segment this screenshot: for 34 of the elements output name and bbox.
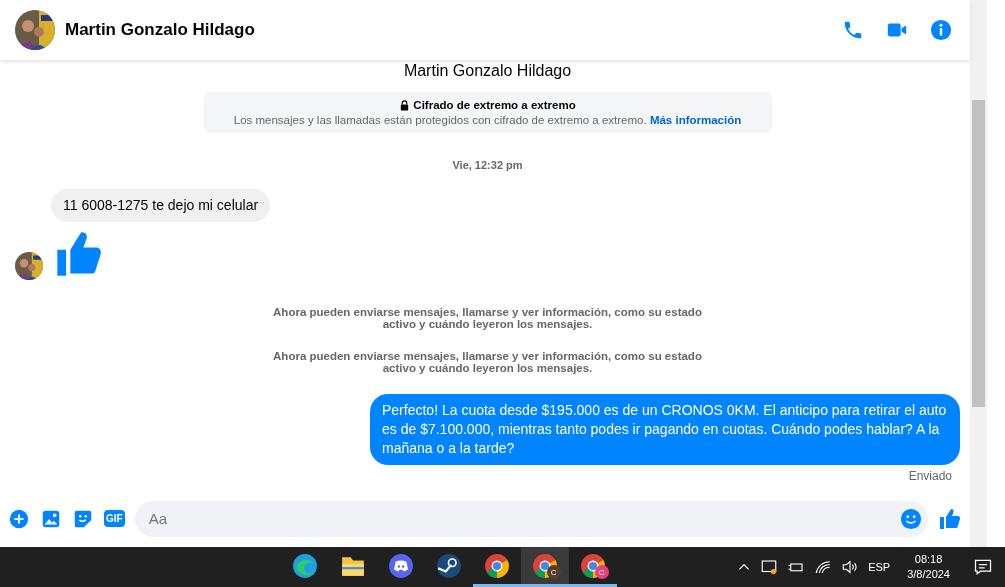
encryption-title: Cifrado de extremo a extremo	[413, 99, 576, 111]
plus-icon[interactable]	[8, 507, 30, 530]
scrollbar[interactable]	[970, 0, 987, 547]
encryption-text: Los mensajes y las llamadas están protegidos con cifrado de extremo a extremo. Más información	[232, 114, 743, 126]
clock-time: 08:18	[914, 552, 943, 567]
message-bubble: Perfecto! La cuota desde $195.000 es de un CRONOS 0KM. El anticipo para retirar el auto es de $7.100.000, mientras tanto podes ir pagando en cuotas. Cuándo podes hablar? A la mañana o a la tarde?	[370, 394, 960, 465]
system-notice: Ahora pueden enviarse mensajes, llamarse y ver información, como su estado activo y cuándo leyeron los mensajes.	[272, 306, 703, 330]
message-field[interactable]: Aa	[134, 500, 928, 537]
clock-date: 3/8/2024	[907, 567, 950, 582]
notification-icon[interactable]	[973, 557, 993, 577]
discord-icon[interactable]	[387, 552, 414, 579]
lock-icon	[399, 99, 411, 111]
more-info-link[interactable]: Más información	[649, 114, 742, 126]
phone-icon[interactable]	[842, 19, 864, 41]
taskbar-app[interactable]: C	[568, 547, 617, 587]
monitor-icon[interactable]	[760, 558, 779, 576]
thumbs-up-icon[interactable]	[938, 506, 962, 531]
message-input[interactable]: Aa	[146, 509, 900, 528]
sent-status: Enviado	[907, 469, 953, 483]
info-icon[interactable]	[930, 19, 952, 41]
contact-name: Martin Gonzalo Hildago	[65, 20, 256, 40]
steam-icon[interactable]	[435, 552, 462, 579]
timestamp: Vie, 12:32 pm	[452, 159, 523, 171]
speaker-icon[interactable]	[841, 558, 860, 576]
message-bubble: 11 6008-1275 te dejo mi celular	[51, 189, 271, 222]
emoji-icon[interactable]	[900, 507, 922, 530]
language-indicator[interactable]: ESP	[868, 561, 891, 573]
gif-button[interactable]: GIF	[104, 510, 125, 527]
edge-icon[interactable]	[291, 552, 318, 579]
system-notice: Ahora pueden enviarse mensajes, llamarse y ver información, como su estado activo y cuándo leyeron los mensajes.	[272, 350, 703, 374]
contact-name: Martin Gonzalo Hildago	[403, 62, 572, 80]
taskbar-app[interactable]: C	[520, 547, 569, 587]
chrome-icon[interactable]	[483, 552, 510, 579]
wifi-icon[interactable]	[814, 558, 833, 576]
